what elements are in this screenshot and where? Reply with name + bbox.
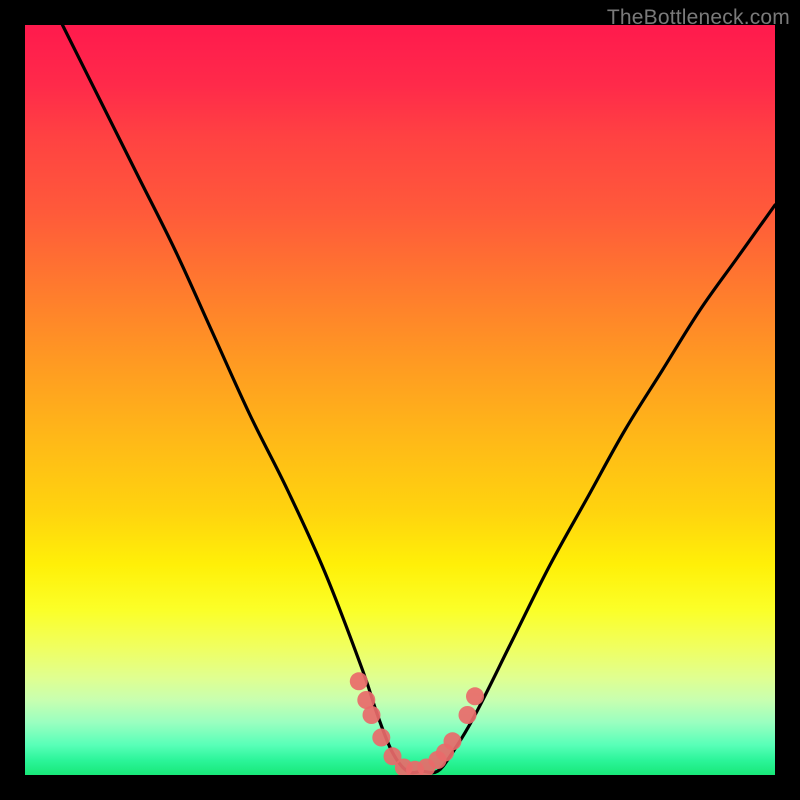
data-point-marker bbox=[350, 672, 368, 690]
plot-area bbox=[25, 25, 775, 775]
data-point-marker bbox=[444, 732, 462, 750]
data-point-marker bbox=[363, 706, 381, 724]
bottleneck-curve-path bbox=[63, 25, 776, 773]
data-point-marker bbox=[459, 706, 477, 724]
data-point-marker bbox=[466, 687, 484, 705]
data-point-marker bbox=[372, 729, 390, 747]
bottleneck-chart bbox=[25, 25, 775, 775]
watermark-text: TheBottleneck.com bbox=[607, 6, 790, 30]
chart-frame: TheBottleneck.com bbox=[0, 0, 800, 800]
